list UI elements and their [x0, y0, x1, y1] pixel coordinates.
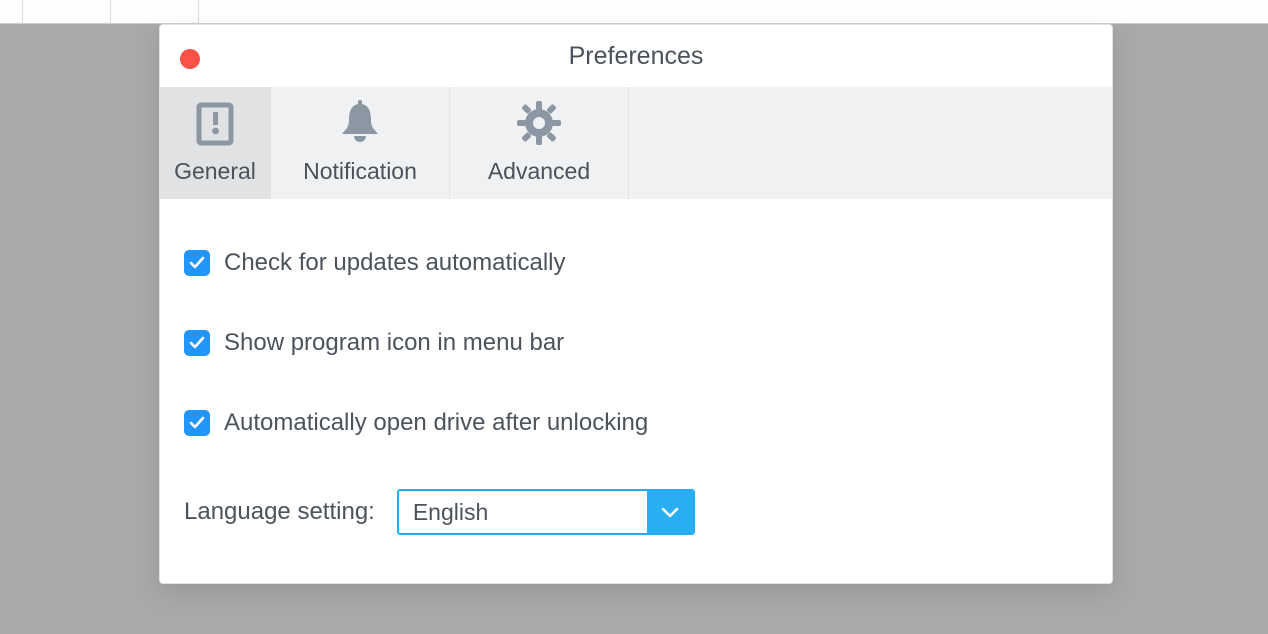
- tab-label: Advanced: [488, 158, 590, 185]
- tab-advanced[interactable]: Advanced: [450, 87, 628, 199]
- language-label: Language setting:: [184, 498, 375, 526]
- background-toolbar: [0, 0, 1268, 24]
- check-icon: [188, 254, 206, 272]
- close-icon[interactable]: [180, 49, 200, 69]
- option-show-menubar-icon: Show program icon in menu bar: [184, 329, 1088, 357]
- chevron-down-icon: [647, 491, 693, 533]
- checkbox-check-updates[interactable]: [184, 250, 210, 276]
- option-label: Check for updates automatically: [224, 249, 566, 277]
- option-check-updates: Check for updates automatically: [184, 249, 1088, 277]
- general-icon: [195, 99, 235, 148]
- titlebar: Preferences: [160, 25, 1112, 87]
- language-value: English: [399, 491, 647, 533]
- option-label: Automatically open drive after unlocking: [224, 409, 648, 437]
- language-row: Language setting: English: [184, 489, 1088, 535]
- gear-icon: [514, 98, 564, 148]
- option-label: Show program icon in menu bar: [224, 329, 564, 357]
- checkbox-show-menubar-icon[interactable]: [184, 330, 210, 356]
- check-icon: [188, 414, 206, 432]
- check-icon: [188, 334, 206, 352]
- option-auto-open-drive: Automatically open drive after unlocking: [184, 409, 1088, 437]
- bell-icon: [336, 98, 384, 148]
- window-title: Preferences: [569, 42, 704, 71]
- tab-general[interactable]: General: [160, 87, 270, 199]
- preferences-window: Preferences General Notifica: [159, 24, 1113, 584]
- tab-bar: General Notification: [160, 87, 1112, 199]
- tab-notification[interactable]: Notification: [271, 87, 449, 199]
- checkbox-auto-open-drive[interactable]: [184, 410, 210, 436]
- content-pane: Check for updates automatically Show pro…: [160, 199, 1112, 559]
- tab-label: General: [174, 158, 256, 185]
- language-select[interactable]: English: [397, 489, 695, 535]
- tab-label: Notification: [303, 158, 417, 185]
